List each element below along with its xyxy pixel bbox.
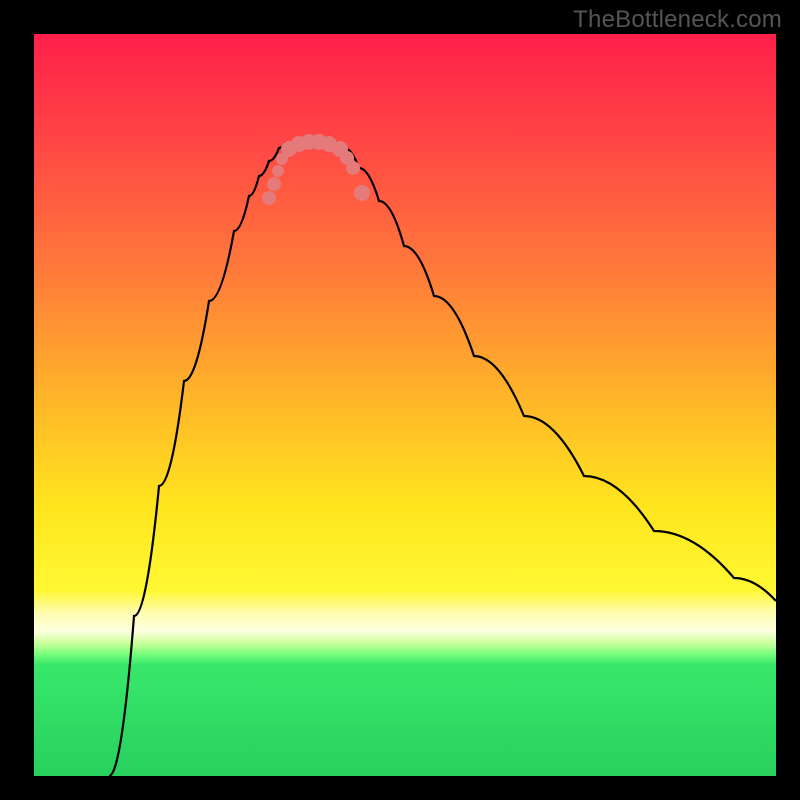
data-marker (267, 177, 281, 191)
watermark-text: TheBottleneck.com (573, 6, 782, 34)
outer-frame: TheBottleneck.com (0, 0, 800, 800)
data-marker (262, 191, 276, 205)
data-marker (272, 165, 284, 177)
marker-cluster (262, 134, 370, 205)
data-marker (354, 185, 370, 201)
curve-left-branch (109, 142, 286, 776)
curve-right-branch (334, 142, 776, 601)
chart-overlay (34, 34, 776, 776)
plot-area (34, 34, 776, 776)
data-marker (346, 161, 360, 175)
